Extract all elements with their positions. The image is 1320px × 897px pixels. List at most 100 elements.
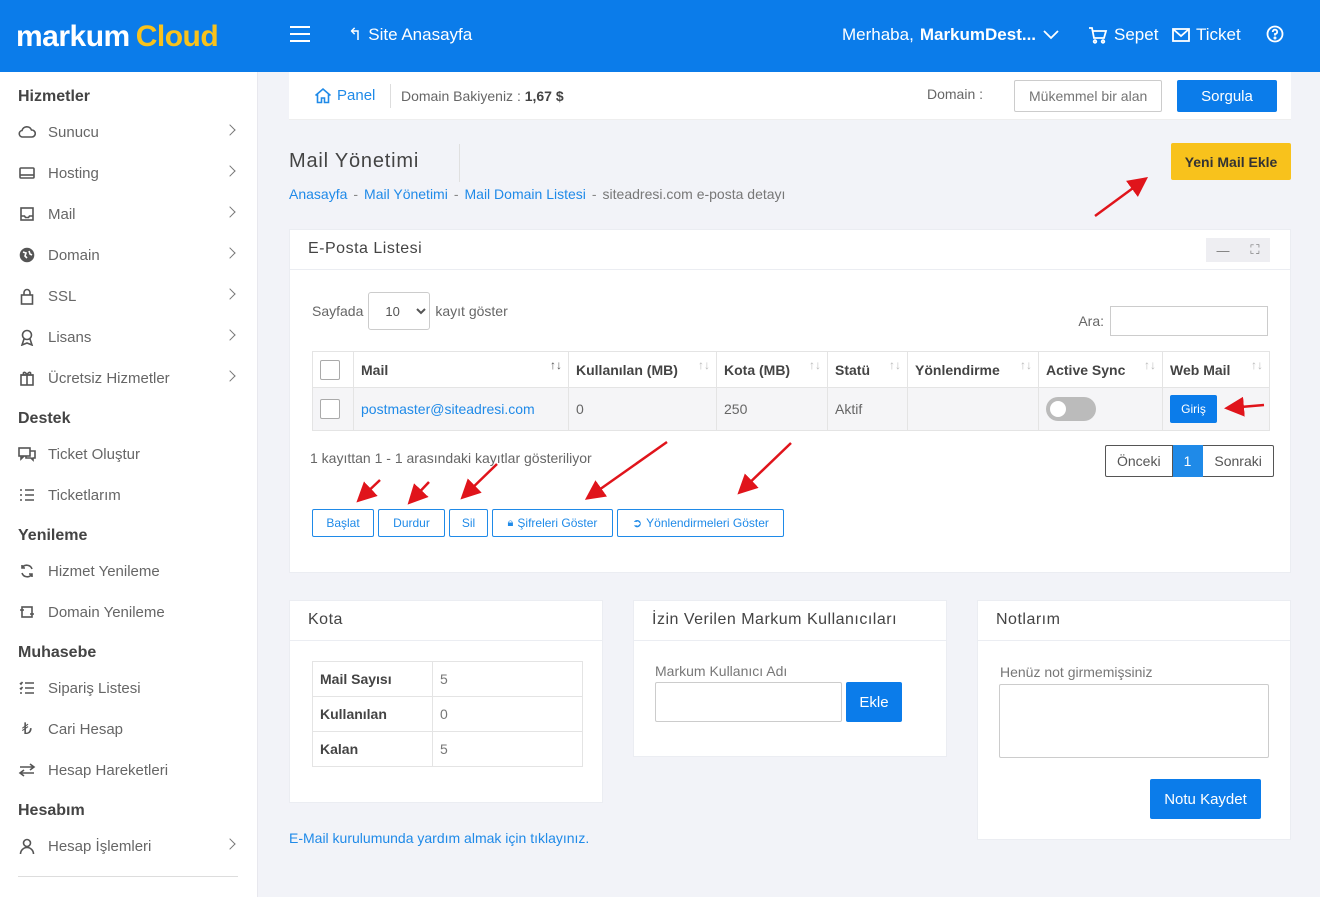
sidebar-item-sunucu[interactable]: Sunucu xyxy=(18,120,240,144)
sidebar-item-ssl[interactable]: SSL xyxy=(18,284,240,308)
sidebar-item-domain-yenileme[interactable]: Domain Yenileme xyxy=(18,600,240,624)
sidebar-item-label: Ticket Oluştur xyxy=(48,445,140,463)
cart-link[interactable]: Sepet xyxy=(1088,25,1158,45)
sort-icon: ↑↓ xyxy=(1251,358,1263,372)
new-mail-button[interactable]: Yeni Mail Ekle xyxy=(1171,143,1291,180)
page-length-select[interactable]: 10 xyxy=(368,292,431,330)
used-cell: 0 xyxy=(568,387,717,431)
col-active-sync[interactable]: Active Sync ↑↓ xyxy=(1038,351,1163,388)
sidebar-item-ticket-olustur[interactable]: Ticket Oluştur xyxy=(18,442,240,466)
logo[interactable]: markum Cloud xyxy=(16,20,219,54)
col-mail[interactable]: Mail ↑↓ xyxy=(353,351,569,388)
show-redirects-label: Yönlendirmeleri Göster xyxy=(646,516,769,530)
hamburger-menu-icon[interactable] xyxy=(290,26,310,42)
logo-accent-text: Cloud xyxy=(135,20,219,53)
col-quota[interactable]: Kota (MB) ↑↓ xyxy=(716,351,828,388)
stop-button[interactable]: Durdur xyxy=(378,509,445,537)
sidebar-item-hesap-hareketleri[interactable]: Hesap Hareketleri xyxy=(18,758,240,782)
email-list-title: E-Posta Listesi xyxy=(290,230,1290,270)
annotation-arrow xyxy=(1094,177,1149,218)
sidebar-section-yenileme: Yenileme xyxy=(18,527,88,544)
email-list-card: E-Posta Listesi — ⛶ Sayfada 10 kayıt gös… xyxy=(289,229,1291,573)
col-redirect[interactable]: Yönlendirme ↑↓ xyxy=(907,351,1039,388)
column-label: Kullanılan (MB) xyxy=(576,361,678,378)
allowed-users-card: İzin Verilen Markum Kullanıcıları Markum… xyxy=(633,600,947,757)
panel-link[interactable]: Panel xyxy=(314,87,375,104)
sidebar-item-domain[interactable]: Domain xyxy=(18,243,240,267)
delete-button[interactable]: Sil xyxy=(449,509,488,537)
sidebar-item-lisans[interactable]: Lisans xyxy=(18,325,240,349)
start-button[interactable]: Başlat xyxy=(312,509,374,537)
pagination-next[interactable]: Sonraki xyxy=(1203,445,1274,477)
add-user-button[interactable]: Ekle xyxy=(846,682,902,722)
sort-asc-icon: ↑↓ xyxy=(550,358,562,372)
sidebar-item-label: Domain Yenileme xyxy=(48,603,165,621)
table-row: postmaster@siteadresi.com 0 250 Aktif Gi… xyxy=(312,387,1270,431)
breadcrumb-mail-domain-list[interactable]: Mail Domain Listesi xyxy=(465,186,586,202)
sidebar-item-label: Domain xyxy=(48,246,100,264)
top-bar: markum Cloud ↰ Site Anasayfa Merhaba, Mark… xyxy=(0,0,1320,72)
pagination-page-1[interactable]: 1 xyxy=(1172,445,1204,477)
cart-icon xyxy=(1089,27,1108,44)
email-setup-help-link[interactable]: E-Mail kurulumunda yardım almak için tık… xyxy=(289,830,589,846)
column-label: Active Sync xyxy=(1046,361,1126,378)
minimize-icon[interactable]: — xyxy=(1216,243,1229,258)
sidebar-item-hizmet-yenileme[interactable]: Hizmet Yenileme xyxy=(18,559,240,583)
sidebar-item-siparis-listesi[interactable]: Sipariş Listesi xyxy=(18,676,240,700)
allowed-users-title: İzin Verilen Markum Kullanıcıları xyxy=(634,601,946,641)
markum-username-input[interactable] xyxy=(655,682,842,722)
cart-label: Sepet xyxy=(1114,25,1159,44)
col-used[interactable]: Kullanılan (MB) ↑↓ xyxy=(568,351,717,388)
sidebar-item-hesap-islemleri[interactable]: Hesap İşlemleri xyxy=(18,834,240,858)
sidebar-item-label: Cari Hesap xyxy=(48,720,124,738)
card-tools: — ⛶ xyxy=(1206,238,1270,262)
transfer-icon xyxy=(18,761,36,779)
active-sync-toggle[interactable] xyxy=(1046,397,1096,421)
breadcrumb-home[interactable]: Anasayfa xyxy=(289,186,347,202)
show-passwords-button[interactable]: 🔒︎ Şifreleri Göster xyxy=(492,509,613,537)
lock-icon: 🔒︎ xyxy=(507,516,514,529)
list-icon xyxy=(18,486,36,504)
balance-label: Domain Bakiyeniz : xyxy=(401,88,521,104)
select-all-cell xyxy=(312,351,354,388)
chevron-right-icon xyxy=(224,124,236,136)
panel-label: Panel xyxy=(337,87,376,104)
sort-icon: ↑↓ xyxy=(698,358,710,372)
chevron-right-icon xyxy=(224,288,236,300)
lock-icon xyxy=(18,287,36,305)
notes-card: Notlarım Henüz not girmemişsiniz Notu Ka… xyxy=(977,600,1291,840)
select-all-checkbox[interactable] xyxy=(320,359,340,380)
sidebar-item-cari-hesap[interactable]: ₺ Cari Hesap xyxy=(18,717,240,741)
row-checkbox[interactable] xyxy=(320,399,340,419)
ticket-label: Ticket xyxy=(1196,25,1241,44)
domain-search-input[interactable] xyxy=(1014,80,1162,112)
sort-icon: ↑↓ xyxy=(889,358,901,372)
save-note-button[interactable]: Notu Kaydet xyxy=(1150,779,1261,819)
domain-search-button[interactable]: Sorgula xyxy=(1177,80,1277,112)
help-button[interactable] xyxy=(1266,25,1284,43)
inbox-icon xyxy=(18,205,36,223)
show-redirects-button[interactable]: ➲ Yönlendirmeleri Göster xyxy=(617,509,784,537)
pagination-prev[interactable]: Önceki xyxy=(1105,445,1173,477)
sidebar-item-label: Hesap İşlemleri xyxy=(48,837,152,855)
sidebar-item-hosting[interactable]: Hosting xyxy=(18,161,240,185)
col-webmail[interactable]: Web Mail ↑↓ xyxy=(1162,351,1270,388)
user-menu[interactable]: Merhaba, MarkumDest... xyxy=(842,25,1060,45)
breadcrumb-mail-management[interactable]: Mail Yönetimi xyxy=(364,186,448,202)
webmail-login-button[interactable]: Giriş xyxy=(1170,395,1217,423)
site-home-link[interactable]: ↰ Site Anasayfa xyxy=(348,25,472,45)
ticket-link[interactable]: Ticket xyxy=(1172,25,1241,45)
sort-icon: ↑↓ xyxy=(1020,358,1032,372)
notes-textarea[interactable] xyxy=(999,684,1269,758)
gift-icon xyxy=(18,369,36,387)
sidebar-item-mail[interactable]: Mail xyxy=(18,202,240,226)
sidebar-item-ticketlarim[interactable]: Ticketlarım xyxy=(18,483,240,507)
return-arrow-icon: ↰ xyxy=(348,25,363,44)
table-row: Mail Sayısı 5 xyxy=(312,661,583,697)
sidebar-item-ucretsiz-hizmetler[interactable]: Ücretsiz Hizmetler xyxy=(18,366,240,390)
col-status[interactable]: Statü ↑↓ xyxy=(827,351,908,388)
quota-label: Kalan xyxy=(312,731,433,767)
mail-address-link[interactable]: postmaster@siteadresi.com xyxy=(361,401,535,417)
fullscreen-icon[interactable]: ⛶ xyxy=(1250,242,1259,258)
table-search-input[interactable] xyxy=(1110,306,1268,336)
